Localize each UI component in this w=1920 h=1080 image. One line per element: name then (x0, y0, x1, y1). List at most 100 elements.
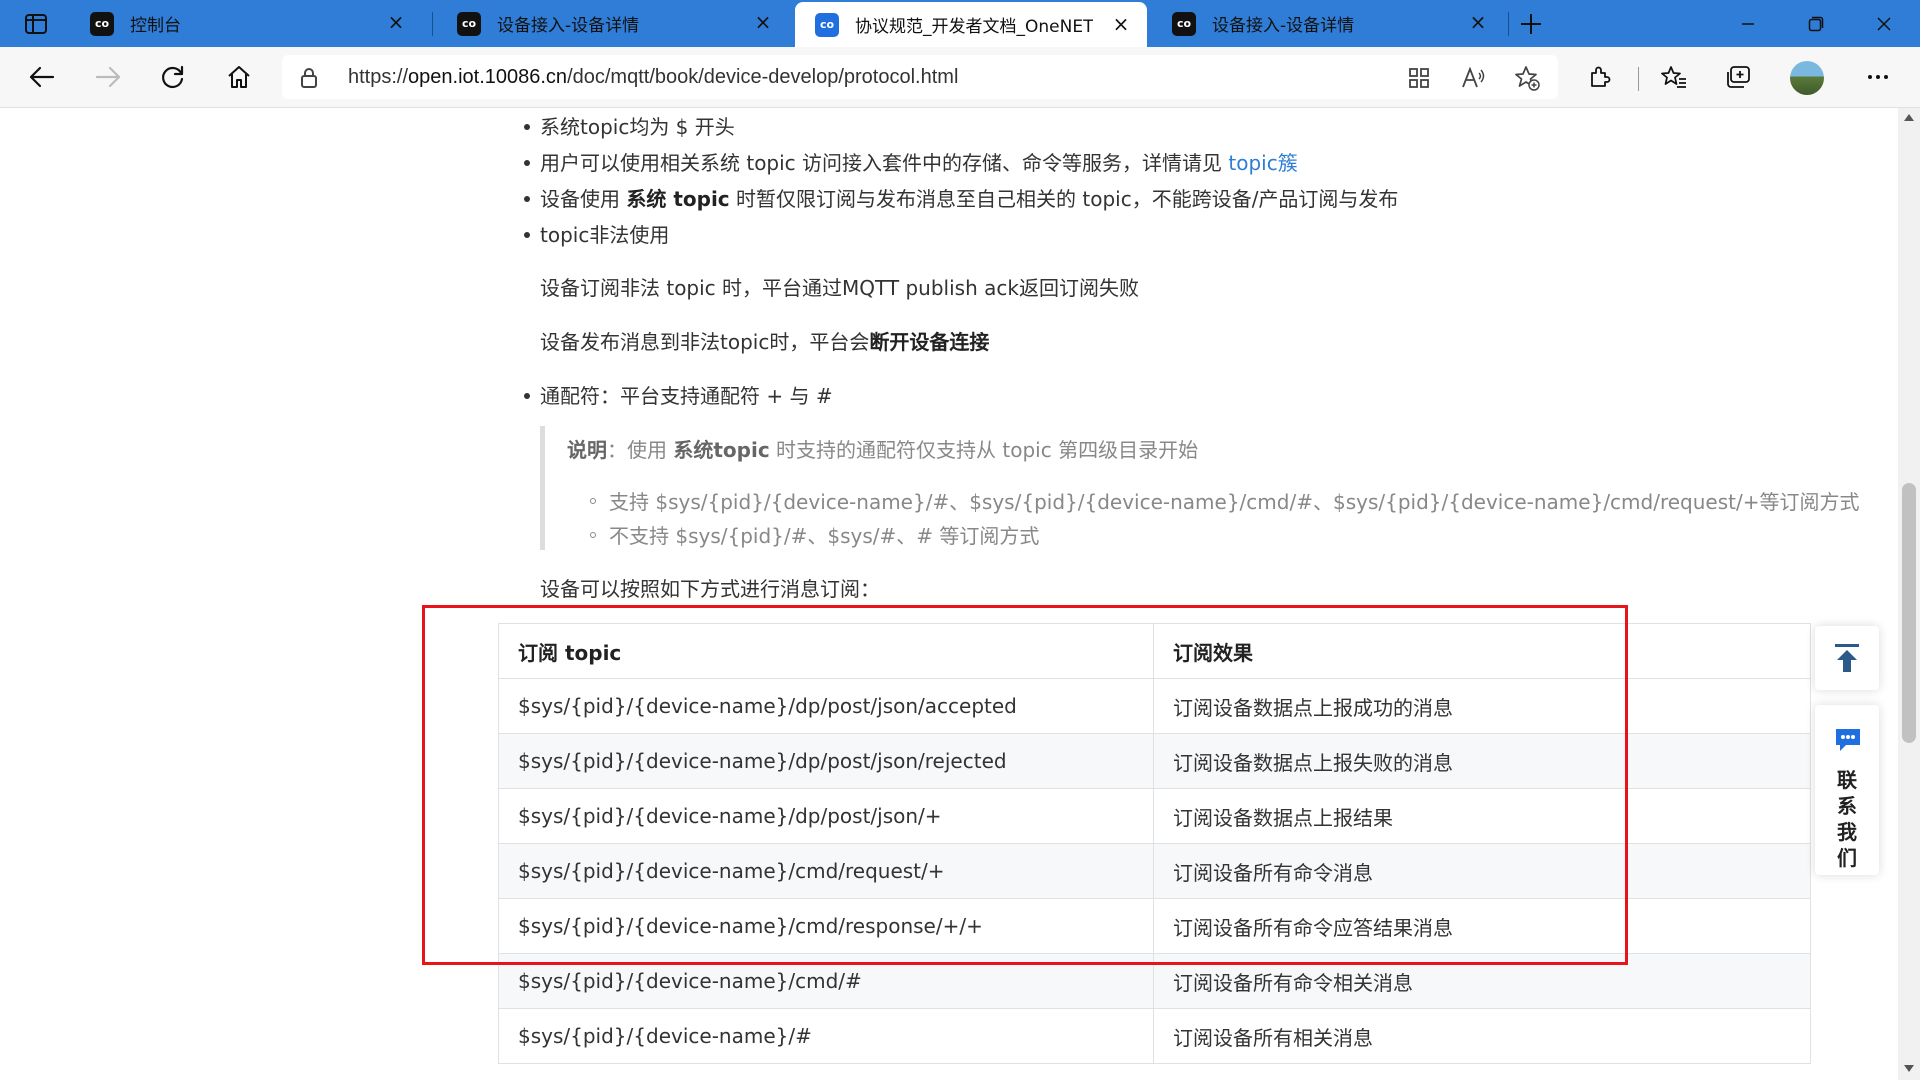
toolbar-divider (1638, 67, 1639, 91)
rule-text: 时暂仅限订阅与发布消息至自己相关的 topic，不能跨设备/产品订阅与发布 (729, 187, 1399, 211)
tab-console[interactable]: co 控制台 × (70, 0, 422, 47)
column-header-topic: 订阅 topic (498, 623, 1154, 679)
topic-cell: $sys/{pid}/{device-name}/dp/post/json/re… (498, 733, 1154, 789)
effect-cell: 订阅设备所有命令相关消息 (1153, 953, 1811, 1009)
rule-text: 设备使用 (540, 187, 627, 211)
rule-illegal-topic: topic非法使用 (540, 223, 670, 247)
table-header-row: 订阅 topic 订阅效果 (498, 623, 1811, 679)
effect-cell: 订阅设备数据点上报失败的消息 (1153, 733, 1811, 789)
topic-cluster-link[interactable]: topic簇 (1228, 151, 1297, 175)
new-tab-icon[interactable] (1515, 8, 1547, 40)
onenet-logo-icon: co (815, 12, 839, 37)
note-blockquote-bar (540, 426, 545, 550)
paragraph-text: 设备发布消息到非法topic时，平台会 (540, 330, 870, 354)
tab-divider (432, 12, 433, 36)
hollow-bullet (590, 532, 596, 538)
close-icon[interactable]: × (751, 10, 775, 34)
extensions-icon[interactable] (1582, 59, 1618, 95)
app-available-icon[interactable] (1404, 63, 1434, 93)
tab-actions-icon[interactable] (10, 8, 62, 40)
doc-content: 系统topic均为 $ 开头 用户可以使用相关系统 topic 访问接入套件中的… (0, 108, 1898, 1080)
rule-dollar-prefix: 系统topic均为 $ 开头 (540, 115, 735, 139)
effect-cell: 订阅设备所有命令消息 (1153, 843, 1811, 899)
url-host: open.iot.10086.cn (408, 66, 568, 88)
add-favorite-icon[interactable] (1512, 63, 1542, 93)
window-close-icon[interactable] (1852, 0, 1916, 47)
close-icon[interactable]: × (384, 10, 408, 34)
illegal-publish-paragraph: 设备发布消息到非法topic时，平台会断开设备连接 (540, 326, 989, 355)
onenet-logo-icon: co (457, 11, 481, 36)
bullet-dot (524, 196, 530, 202)
minimize-icon[interactable] (1716, 0, 1780, 47)
refresh-icon[interactable] (153, 57, 193, 97)
tab-divider (1508, 12, 1509, 36)
topic-cell: $sys/{pid}/{device-name}/cmd/# (498, 953, 1154, 1009)
tab-device-detail[interactable]: co 设备接入-设备详情 × (437, 0, 789, 47)
note-bold: 系统topic (673, 438, 770, 462)
illegal-subscribe-paragraph: 设备订阅非法 topic 时，平台通过MQTT publish ack返回订阅失… (540, 276, 1139, 300)
home-icon[interactable] (219, 57, 259, 97)
effect-cell: 订阅设备数据点上报结果 (1153, 788, 1811, 844)
effect-cell: 订阅设备所有命令应答结果消息 (1153, 898, 1811, 954)
scroll-up-arrow-icon[interactable] (1904, 114, 1914, 121)
tab-title: 控制台 (130, 16, 181, 36)
onenet-logo-icon: co (90, 11, 114, 36)
note-text: 时支持的通配符仅支持从 topic 第四级目录开始 (769, 438, 1199, 462)
vertical-scrollbar[interactable] (1898, 108, 1920, 1080)
topic-cell: $sys/{pid}/{device-name}/# (498, 1008, 1154, 1064)
table-row: $sys/{pid}/{device-name}/dp/post/json/+ 订… (498, 788, 1811, 844)
topic-cell: $sys/{pid}/{device-name}/dp/post/json/ac… (498, 678, 1154, 734)
contact-us-label: 联系我们 (1837, 768, 1857, 870)
more-menu-icon[interactable] (1860, 59, 1896, 95)
lock-icon[interactable] (300, 67, 318, 93)
tab-protocol-doc[interactable]: co 协议规范_开发者文档_OneNET × (795, 2, 1147, 47)
back-to-top-button[interactable] (1815, 626, 1879, 690)
restore-icon[interactable] (1784, 0, 1848, 47)
read-aloud-icon[interactable] (1458, 63, 1488, 93)
forward-icon[interactable] (88, 57, 128, 97)
address-bar[interactable]: https://open.iot.10086.cn/doc/mqtt/book/… (282, 55, 1558, 99)
table-row: $sys/{pid}/{device-name}/dp/post/json/ac… (498, 678, 1811, 734)
close-icon[interactable]: × (1109, 12, 1133, 36)
scrollbar-thumb[interactable] (1902, 483, 1916, 743)
table-row: $sys/{pid}/{device-name}/cmd/request/+ 订阅… (498, 843, 1811, 899)
table-row: $sys/{pid}/{device-name}/# 订阅设备所有相关消息 (498, 1008, 1811, 1064)
rule-wildcards: 通配符：平台支持通配符 + 与 # (540, 384, 833, 408)
profile-avatar[interactable] (1790, 61, 1824, 95)
effect-cell: 订阅设备所有相关消息 (1153, 1008, 1811, 1064)
onenet-logo-icon: co (1172, 11, 1196, 36)
tab-title: 设备接入-设备详情 (1212, 16, 1355, 36)
url-text[interactable]: https://open.iot.10086.cn/doc/mqtt/book/… (348, 66, 958, 89)
bullet-dot (524, 232, 530, 238)
rule-text: 用户可以使用相关系统 topic 访问接入套件中的存储、命令等服务，详情请见 (540, 151, 1229, 175)
note-heading: 说明：使用 系统topic 时支持的通配符仅支持从 topic 第四级目录开始 (567, 434, 1198, 463)
rule-topic-scope: 设备使用 系统 topic 时暂仅限订阅与发布消息至自己相关的 topic，不能… (540, 183, 1398, 212)
contact-us-button[interactable]: 联系我们 (1815, 705, 1879, 875)
note-supported-patterns: 支持 $sys/{pid}/{device-name}/#、$sys/{pid}… (609, 490, 1860, 514)
rule-bold: 系统 topic (626, 187, 730, 211)
url-path: /doc/mqtt/book/device-develop/protocol.h… (567, 66, 959, 88)
collections-icon[interactable] (1721, 59, 1757, 95)
bullet-dot (524, 124, 530, 130)
arrow-up-icon (1835, 644, 1859, 672)
column-header-effect: 订阅效果 (1153, 623, 1811, 679)
back-icon[interactable] (22, 57, 62, 97)
favorites-icon[interactable] (1656, 59, 1692, 95)
bullet-dot (524, 393, 530, 399)
rule-system-topic-services: 用户可以使用相关系统 topic 访问接入套件中的存储、命令等服务，详情请见 t… (540, 147, 1298, 176)
tab-strip: co 控制台 × co 设备接入-设备详情 × co 协议规范_开发者文档_On… (0, 0, 1920, 47)
close-icon[interactable]: × (1466, 10, 1490, 34)
effect-cell: 订阅设备数据点上报成功的消息 (1153, 678, 1811, 734)
note-label: 说明 (567, 438, 607, 462)
scroll-down-arrow-icon[interactable] (1904, 1065, 1914, 1072)
note-text: ：使用 (607, 438, 674, 462)
table-row: $sys/{pid}/{device-name}/cmd/response/+/… (498, 898, 1811, 954)
table-row: $sys/{pid}/{device-name}/cmd/# 订阅设备所有命令相关… (498, 953, 1811, 1009)
tab-device-detail-2[interactable]: co 设备接入-设备详情 × (1152, 0, 1504, 47)
topic-cell: $sys/{pid}/{device-name}/cmd/response/+/… (498, 898, 1154, 954)
subscription-table: 订阅 topic 订阅效果 $sys/{pid}/{device-name}/d… (498, 623, 1811, 1064)
hollow-bullet (590, 498, 596, 504)
note-unsupported-patterns: 不支持 $sys/{pid}/#、$sys/#、# 等订阅方式 (609, 524, 1040, 548)
topic-cell: $sys/{pid}/{device-name}/cmd/request/+ (498, 843, 1154, 899)
tab-title: 设备接入-设备详情 (497, 16, 640, 36)
